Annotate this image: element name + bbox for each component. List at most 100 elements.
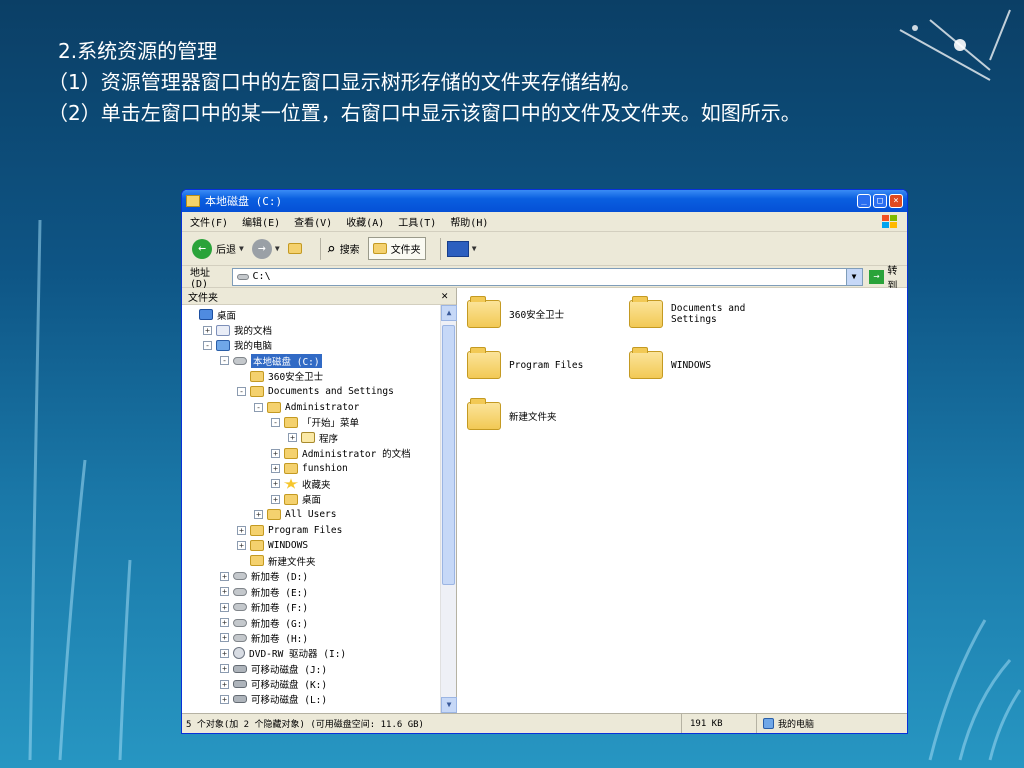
expand-icon[interactable]: + [237, 541, 246, 551]
menu-edit[interactable]: 编辑(E) [242, 214, 280, 229]
tree-node-label: 可移动磁盘 (K:) [251, 680, 328, 692]
up-button[interactable] [287, 243, 306, 254]
expand-icon[interactable]: + [220, 633, 229, 643]
tree-node[interactable]: + 收藏夹 [182, 476, 456, 491]
tree-node[interactable]: - 我的电脑 [182, 338, 456, 353]
chevron-down-icon[interactable]: ▼ [472, 244, 477, 253]
folder-icon [267, 401, 281, 413]
tree-node[interactable]: + 可移动磁盘 (J:) [182, 661, 456, 676]
expand-icon[interactable]: + [220, 587, 229, 597]
expand-icon[interactable]: + [237, 525, 246, 535]
tree-node[interactable]: + DVD-RW 驱动器 (I:) [182, 646, 456, 661]
expand-icon[interactable]: + [271, 494, 280, 504]
views-icon [446, 240, 469, 257]
expand-icon[interactable]: + [220, 694, 229, 704]
collapse-icon[interactable]: - [271, 417, 280, 427]
tree-node[interactable]: - Documents and Settings [182, 384, 456, 399]
tree-node[interactable]: - Administrator [182, 399, 456, 414]
menu-file[interactable]: 文件(F) [190, 214, 228, 229]
tree-node[interactable]: 新建文件夹 [182, 553, 456, 568]
menu-favorites[interactable]: 收藏(A) [346, 214, 384, 229]
maximize-button[interactable]: □ [873, 194, 887, 208]
tree-node[interactable]: + 新加卷 (H:) [182, 630, 456, 645]
forward-arrow-icon: → [251, 238, 272, 259]
toolbar-divider [439, 237, 441, 260]
tree-node-label: 我的电脑 [234, 341, 273, 353]
folder-icon [284, 463, 298, 475]
address-input[interactable]: C:\ ▼ [231, 267, 863, 286]
address-value: C:\ [252, 271, 271, 282]
collapse-icon[interactable]: - [237, 387, 246, 397]
tree-node[interactable]: + Administrator 的文档 [182, 446, 456, 461]
tree-node[interactable]: + funshion [182, 461, 456, 476]
minimize-button[interactable]: _ [857, 194, 871, 208]
folder-icon [186, 195, 200, 207]
chevron-down-icon[interactable]: ▼ [845, 268, 862, 285]
search-button[interactable]: ⌕ 搜索 [327, 240, 360, 258]
tree-node[interactable]: 桌面 [182, 307, 456, 322]
tree-node[interactable]: + Program Files [182, 522, 456, 537]
tree-scrollbar[interactable]: ▲ ▼ [440, 305, 457, 713]
collapse-icon[interactable]: - [203, 340, 212, 350]
close-pane-icon[interactable]: ✕ [441, 289, 448, 302]
menu-tools[interactable]: 工具(T) [398, 214, 436, 229]
tree-node[interactable]: + 桌面 [182, 492, 456, 507]
folders-button[interactable]: 文件夹 [367, 237, 426, 260]
tree-node[interactable]: + 新加卷 (F:) [182, 599, 456, 614]
expand-icon[interactable]: + [254, 510, 263, 520]
tree-node[interactable]: + 程序 [182, 430, 456, 445]
toolbar-divider [319, 237, 321, 260]
back-button[interactable]: ← 后退 ▼ [192, 238, 244, 259]
status-objects: 5 个对象(加 2 个隐藏对象) (可用磁盘空间: 11.6 GB) [182, 714, 682, 733]
collapse-icon[interactable]: - [254, 402, 263, 412]
drive-icon [233, 356, 247, 365]
forward-button[interactable]: → ▼ [251, 238, 280, 259]
file-item-windows[interactable]: WINDOWS [629, 347, 711, 379]
file-item-documents-settings[interactable]: Documents and Settings [629, 296, 769, 328]
tree-node[interactable]: + 新加卷 (G:) [182, 615, 456, 630]
expand-icon[interactable]: + [220, 602, 229, 612]
expand-icon[interactable]: + [220, 618, 229, 627]
scroll-thumb[interactable] [442, 325, 455, 585]
expand-icon[interactable]: + [203, 325, 212, 335]
expand-icon[interactable]: + [220, 679, 229, 689]
tree-node[interactable]: + 新加卷 (D:) [182, 569, 456, 584]
chevron-down-icon[interactable]: ▼ [275, 244, 280, 253]
computer-icon [216, 339, 230, 351]
scroll-down-icon[interactable]: ▼ [441, 697, 457, 713]
tree-node[interactable]: + 可移动磁盘 (L:) [182, 692, 456, 707]
go-button[interactable]: → 转到 [868, 262, 907, 292]
collapse-icon[interactable]: - [220, 356, 229, 366]
menu-view[interactable]: 查看(V) [294, 214, 332, 229]
tree-spacer [237, 371, 246, 381]
tree-node[interactable]: - 本地磁盘 (C:) [182, 353, 456, 368]
expand-icon[interactable]: + [220, 571, 229, 581]
expand-icon[interactable]: + [288, 433, 297, 443]
file-item-new-folder[interactable]: 新建文件夹 [467, 398, 557, 430]
tree-node[interactable]: + 新加卷 (E:) [182, 584, 456, 599]
expand-icon[interactable]: + [271, 448, 280, 458]
tree-node[interactable]: + WINDOWS [182, 538, 456, 553]
menu-help[interactable]: 帮助(H) [450, 214, 488, 229]
file-item-program-files[interactable]: Program Files [467, 347, 583, 379]
title-bar[interactable]: 本地磁盘 (C:) _ □ × [182, 190, 907, 212]
expand-icon[interactable]: + [271, 464, 280, 474]
chevron-down-icon[interactable]: ▼ [239, 244, 244, 253]
expand-icon[interactable]: + [271, 479, 280, 489]
file-item-360[interactable]: 360安全卫士 [467, 296, 564, 328]
slide-point-1: （1）资源管理器窗口中的左窗口显示树形存储的文件夹存储结构。 [48, 70, 641, 94]
close-button[interactable]: × [889, 194, 903, 208]
explorer-body: 文件夹 ✕ 桌面 + 我的文档 - 我的电脑 - 本地磁盘 (C:) 360安全卫士 - Docu… [182, 288, 907, 713]
tree-node[interactable]: - 「开始」菜单 [182, 415, 456, 430]
views-button[interactable]: ▼ [446, 240, 477, 257]
expand-icon[interactable]: + [220, 664, 229, 674]
tree-node[interactable]: 360安全卫士 [182, 369, 456, 384]
expand-icon[interactable]: + [220, 648, 229, 658]
tree-node[interactable]: + All Users [182, 507, 456, 522]
tree-node-label: 新加卷 (G:) [251, 618, 309, 630]
scroll-up-icon[interactable]: ▲ [441, 305, 457, 321]
tree-node[interactable]: + 可移动磁盘 (K:) [182, 676, 456, 691]
favorites-icon [284, 478, 298, 489]
folders-label: 文件夹 [390, 245, 421, 256]
tree-node[interactable]: + 我的文档 [182, 322, 456, 337]
